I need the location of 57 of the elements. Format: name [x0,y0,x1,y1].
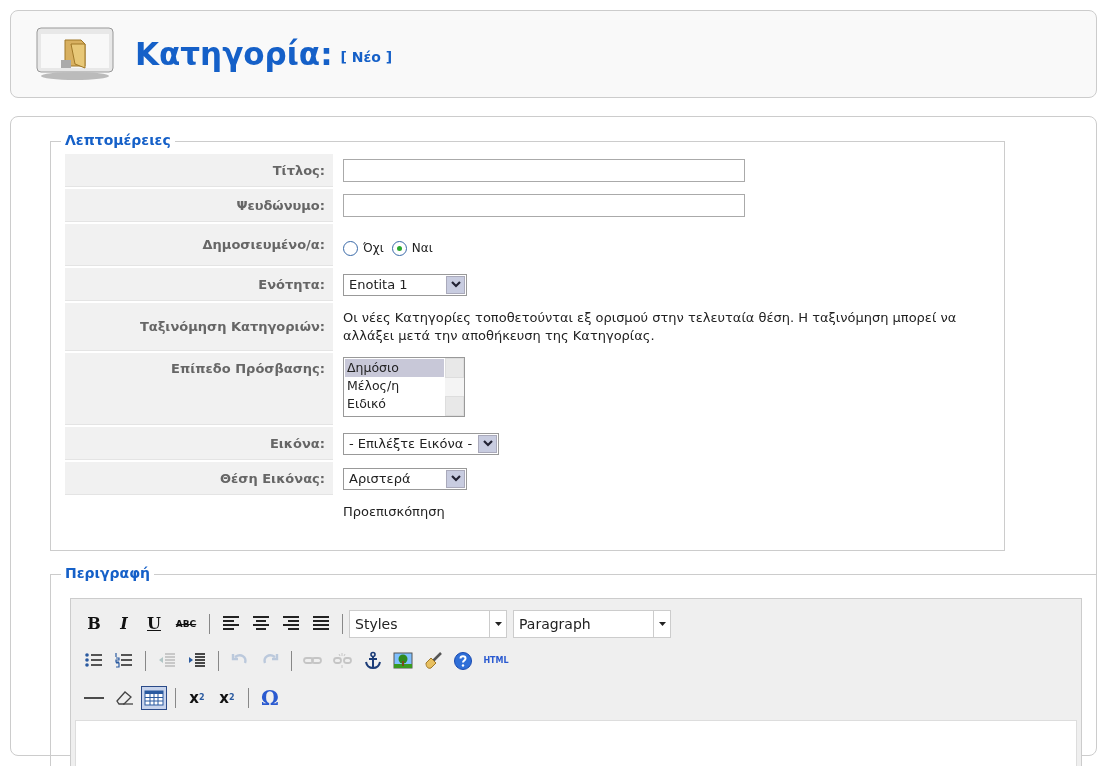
dropdown[interactable]: - Επιλέξτε Εικόνα - [343,432,500,455]
radio-button[interactable] [343,240,358,256]
dropdown[interactable]: Αριστερά [343,467,467,490]
field-label: Ταξινόμηση Κατηγοριών: [65,303,333,351]
strikethrough-button[interactable]: ABC [171,611,201,636]
list-box[interactable]: Δημόσιο Μέλος/η Ειδικό [343,357,465,417]
paintbrush-icon [423,651,443,670]
list-option[interactable]: Ειδικό [345,395,444,413]
bold-button[interactable]: B [81,611,107,636]
field-label: Επίπεδο Πρόσβασης: [65,353,333,425]
fieldset-legend: Λεπτομέρειες [61,132,175,148]
align-right-icon [281,614,301,633]
list-option[interactable]: Μέλος/η [345,377,444,395]
justify-icon [311,614,331,633]
fieldset-legend: Περιγραφή [61,565,155,581]
radio-button[interactable] [391,240,407,256]
align-center-icon [251,614,271,633]
field-label: Ψευδώνυμο: [65,189,333,222]
underline-button[interactable]: U [141,611,167,636]
folder-icon [35,26,115,82]
preview-label: Προεπισκόπηση [343,503,445,519]
chevron-down-icon [446,275,465,294]
format-dropdown[interactable]: Paragraph [513,609,671,638]
indent-icon [187,651,207,670]
page-subtitle: [ Νέο ] [340,49,393,65]
scrollbar[interactable] [445,358,464,416]
help-icon [453,651,473,670]
special-character-button[interactable]: Ω [257,685,283,710]
field-label: Εικόνα: [65,427,333,460]
anchor-icon [363,651,383,670]
text-field[interactable] [343,159,745,182]
field-label: Θέση Εικόνας: [65,462,333,495]
superscript-button[interactable]: x$^{2}$ [214,685,240,710]
dropdown[interactable]: Enotita 1 [343,273,467,296]
field-label: Ενότητα: [65,268,333,301]
bullet-list-icon [84,651,104,670]
italic-button[interactable]: I [111,611,137,636]
outdent-icon [157,651,177,670]
radio-label: Όχι [363,241,384,255]
align-left-icon [221,614,241,633]
html-button[interactable]: HTML [480,648,512,673]
page-title: Κατηγορία: [135,36,333,72]
info-text: Οι νέες Κατηγορίες τοποθετούνται εξ ορισμού στην τελευταία θέση. Η ταξινόμηση μπορεί να αλλάξει μετά την αποθήκευση της Κατηγορίας. [343,309,958,345]
list-option[interactable]: Δημόσιο [345,359,444,377]
format-dropdown[interactable]: Styles [349,609,507,638]
horizontal-line-icon [84,696,104,699]
toolbar-button[interactable] [141,685,167,710]
chevron-down-icon [446,469,465,488]
tree-picture-icon [393,651,413,670]
chevron-down-icon [478,434,498,453]
field-label: Δημοσιευμένο/α: [65,224,333,266]
field-label: Τίτλος: [65,154,333,187]
numbered-list-icon [114,651,134,670]
radio-label: Ναι [411,241,433,255]
broken-link-icon [333,651,353,670]
table-icon [144,688,164,707]
text-field[interactable] [343,194,745,217]
